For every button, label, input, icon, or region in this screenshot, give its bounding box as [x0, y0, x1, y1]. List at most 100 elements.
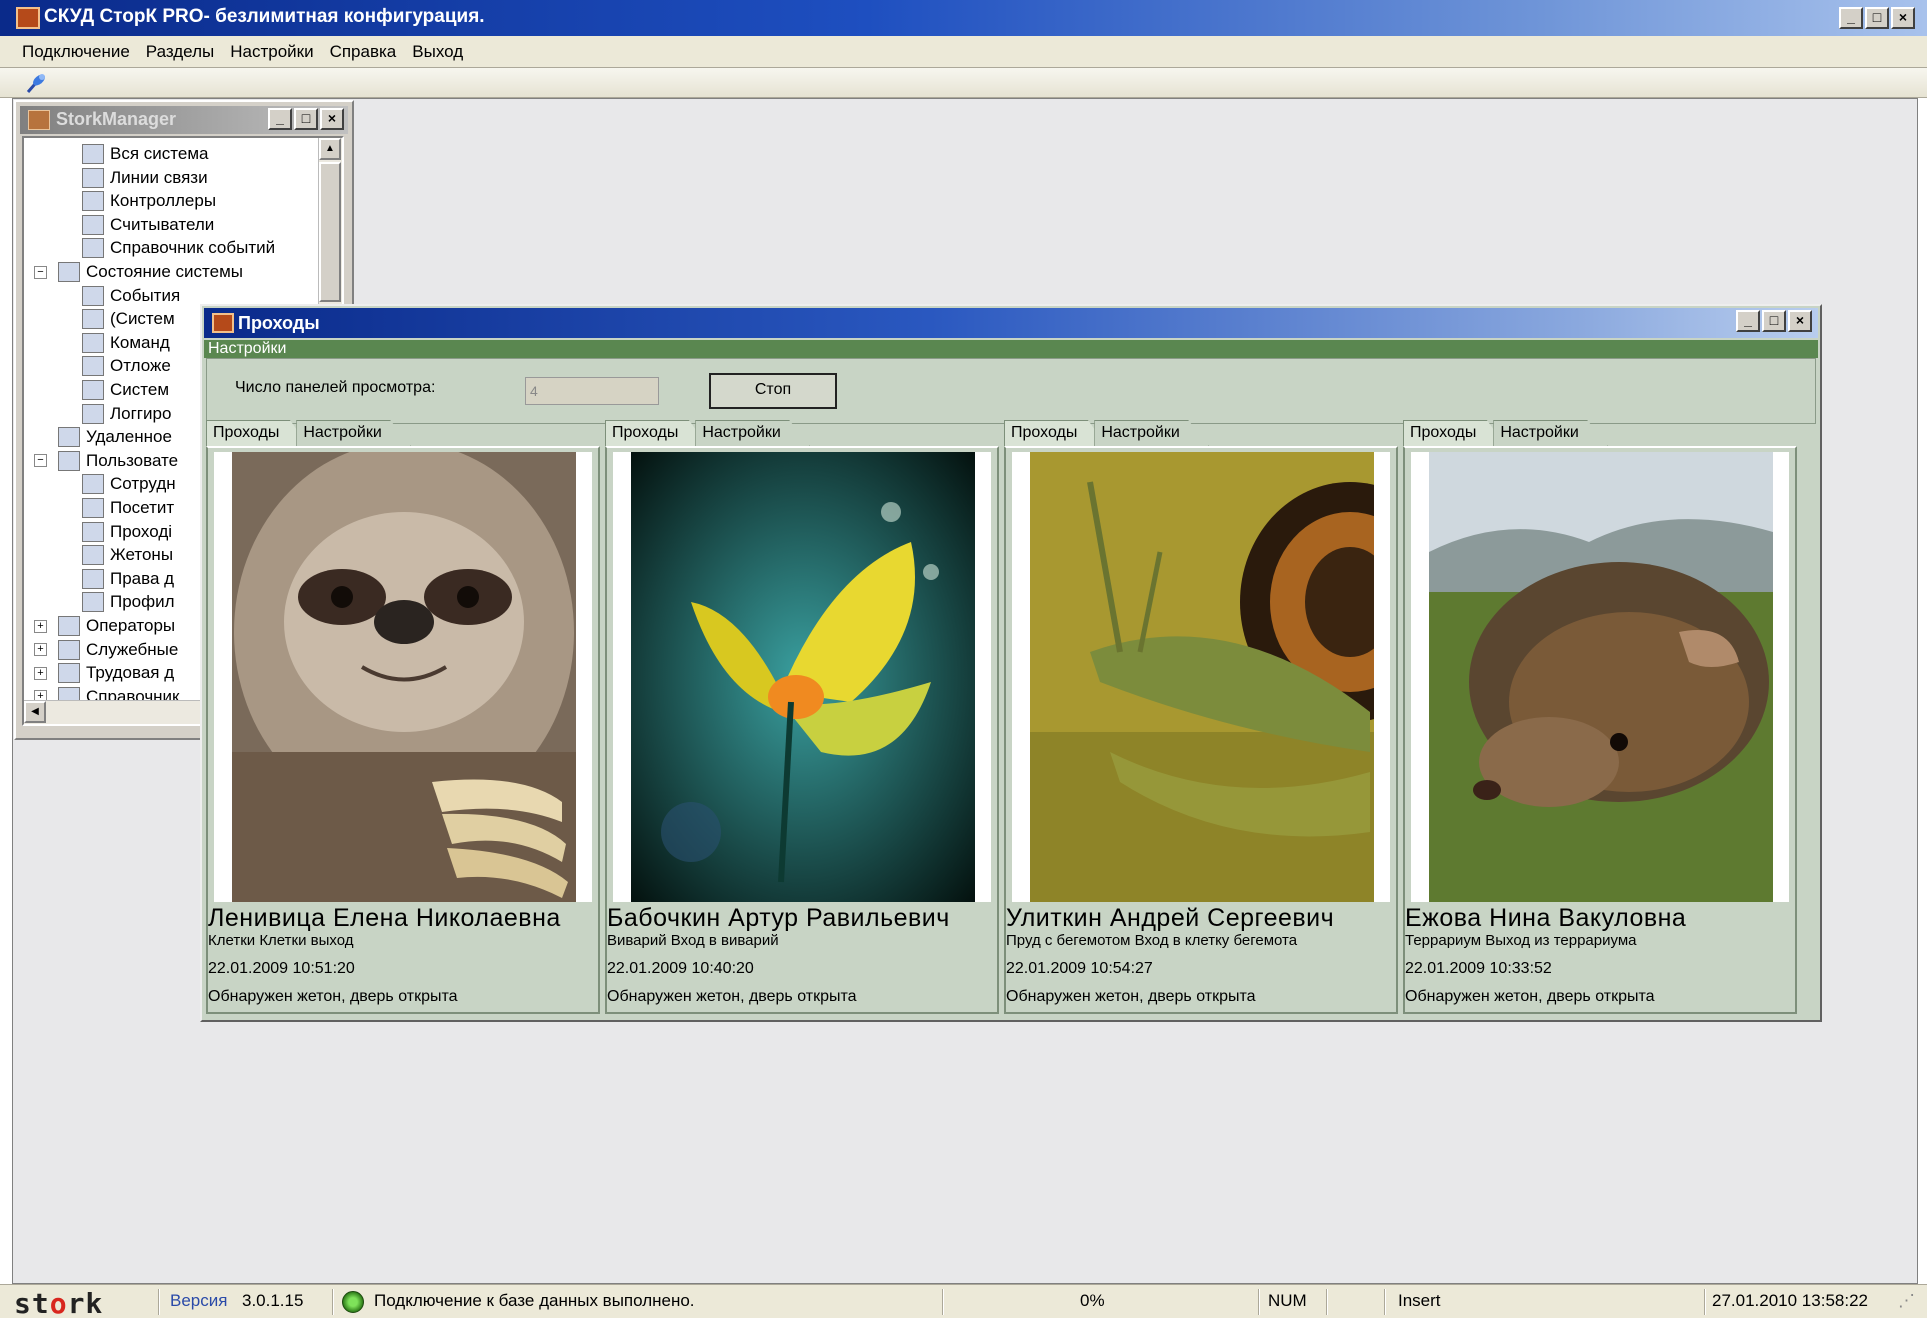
viewer-tabs: Проходы Настройки: [1004, 420, 1209, 446]
snail-photo: [1030, 452, 1374, 902]
tree-item[interactable]: Команд: [82, 331, 170, 355]
tab-settings[interactable]: Настройки: [1493, 420, 1608, 446]
progress-text: 0%: [1080, 1291, 1105, 1310]
tab-passages[interactable]: Проходы: [1004, 420, 1107, 446]
stork-manager-title: StorkManager: [56, 109, 177, 129]
maximize-button[interactable]: □: [294, 108, 318, 130]
tree-item-label: Вся система: [110, 144, 209, 163]
tab-settings[interactable]: Настройки: [1094, 420, 1209, 446]
status-separator: [332, 1289, 334, 1315]
tree-node-icon: [82, 332, 104, 353]
settings-band[interactable]: Настройки: [204, 340, 1818, 358]
stop-button[interactable]: Стоп: [709, 373, 837, 409]
tree-node-icon: [82, 403, 104, 424]
passages-title: Проходы: [238, 313, 320, 333]
close-button[interactable]: ×: [320, 108, 344, 130]
status-separator: [942, 1289, 944, 1315]
passage-time: 22.01.2009 10:33:52: [1405, 960, 1552, 977]
tree-item[interactable]: + Служебные: [34, 638, 178, 662]
collapse-icon[interactable]: −: [34, 265, 47, 279]
passage-location: Террариум Выход из террариума: [1405, 932, 1637, 949]
expand-icon[interactable]: +: [34, 619, 47, 633]
tree-node-icon: [82, 238, 104, 259]
insert-indicator: Insert: [1398, 1291, 1441, 1310]
tree-node-icon: [58, 450, 80, 471]
version-label: Версия: [170, 1291, 228, 1310]
resize-grip-icon[interactable]: ⋰: [1898, 1291, 1915, 1311]
tree-node-icon: [82, 568, 104, 589]
tree-node-icon: [82, 144, 104, 164]
passage-time: 22.01.2009 10:51:20: [208, 960, 355, 977]
tree-item[interactable]: Профил: [82, 590, 175, 614]
tab-settings[interactable]: Настройки: [695, 420, 810, 446]
tree-item[interactable]: Систем: [82, 378, 169, 402]
tree-item[interactable]: (Систем: [82, 307, 175, 331]
tree-node-icon: [82, 380, 104, 400]
menu-settings[interactable]: Настройки: [222, 36, 321, 67]
scroll-left-icon[interactable]: ◀: [24, 701, 46, 723]
panels-count-input[interactable]: 4: [525, 377, 659, 405]
tree-node-icon: [82, 214, 104, 235]
tree-item-label: Систем: [110, 380, 170, 399]
status-separator: [1258, 1289, 1260, 1315]
menu-exit[interactable]: Выход: [404, 36, 471, 67]
tab-settings[interactable]: Настройки: [296, 420, 411, 446]
tree-item[interactable]: Справочник событий: [82, 236, 275, 260]
tree-node-icon: [82, 521, 104, 542]
close-button[interactable]: ×: [1891, 7, 1915, 29]
logo-text-o: o: [49, 1287, 68, 1318]
tree-item[interactable]: Удаленное: [58, 425, 172, 449]
tree-item[interactable]: Вся система: [82, 142, 208, 166]
tree-item-label: Состояние системы: [86, 262, 244, 281]
expand-icon[interactable]: +: [34, 643, 47, 657]
scroll-up-icon[interactable]: ▲: [319, 138, 341, 160]
tree-item-label: (Систем: [110, 309, 175, 329]
viewer-panel-4: Проходы Настройки Ежова Нина Вакуловна Т…: [1403, 420, 1797, 1014]
viewer-frame: Ежова Нина Вакуловна Террариум Выход из …: [1403, 446, 1797, 1014]
tree-item[interactable]: Проході: [82, 520, 172, 544]
menu-connection[interactable]: Подключение: [14, 36, 138, 67]
tree-item[interactable]: Отложе: [82, 354, 171, 378]
minimize-button[interactable]: _: [1839, 7, 1863, 29]
butterfly-photo: [631, 452, 975, 902]
tree-item-label: Линии связи: [110, 167, 208, 187]
tree-item[interactable]: + Трудовая д: [34, 661, 174, 685]
tree-item[interactable]: Контроллеры: [82, 189, 216, 213]
main-window-controls: _ □ ×: [1839, 7, 1915, 29]
menu-sections[interactable]: Разделы: [138, 36, 222, 67]
tab-passages[interactable]: Проходы: [605, 420, 708, 446]
sloth-photo: [232, 452, 576, 902]
expand-icon[interactable]: +: [34, 666, 47, 680]
maximize-button[interactable]: □: [1762, 310, 1786, 332]
tab-passages[interactable]: Проходы: [1403, 420, 1506, 446]
tree-item[interactable]: Права д: [82, 567, 174, 591]
tree-item[interactable]: События: [82, 284, 180, 308]
minimize-button[interactable]: _: [1736, 310, 1760, 332]
close-button[interactable]: ×: [1788, 310, 1812, 332]
tree-item-label: Посетит: [110, 498, 175, 517]
pin-icon[interactable]: [24, 72, 48, 100]
tree-item[interactable]: + Операторы: [34, 614, 175, 638]
maximize-button[interactable]: □: [1865, 7, 1889, 29]
viewer-frame: Ленивица Елена Николаевна Клетки Клетки …: [206, 446, 600, 1014]
app-icon: [16, 7, 40, 29]
tree-node-icon: [82, 356, 104, 377]
tree-item-label: События: [110, 285, 181, 305]
tree-item[interactable]: Логгиро: [82, 402, 171, 426]
minimize-button[interactable]: _: [268, 108, 292, 130]
menu-help[interactable]: Справка: [322, 36, 405, 67]
tree-item[interactable]: Считыватели: [82, 213, 214, 237]
tree-item[interactable]: − Пользовате: [34, 449, 178, 473]
tree-item[interactable]: Линии связи: [82, 166, 208, 190]
collapse-icon[interactable]: −: [34, 454, 47, 468]
tree-item[interactable]: Сотрудн: [82, 472, 176, 496]
viewer-frame: Улиткин Андрей Сергеевич Пруд с бегемото…: [1004, 446, 1398, 1014]
tree-item[interactable]: Жетоны: [82, 543, 173, 567]
passages-title-bar[interactable]: Проходы: [204, 308, 1818, 338]
scroll-thumb[interactable]: [319, 162, 341, 302]
tab-passages[interactable]: Проходы: [206, 420, 309, 446]
tree-item[interactable]: − Состояние системы: [34, 260, 244, 284]
tree-item-label: Команд: [110, 332, 170, 352]
menu-bar: Подключение Разделы Настройки Справка Вы…: [0, 36, 1927, 68]
tree-item[interactable]: Посетит: [82, 496, 174, 520]
